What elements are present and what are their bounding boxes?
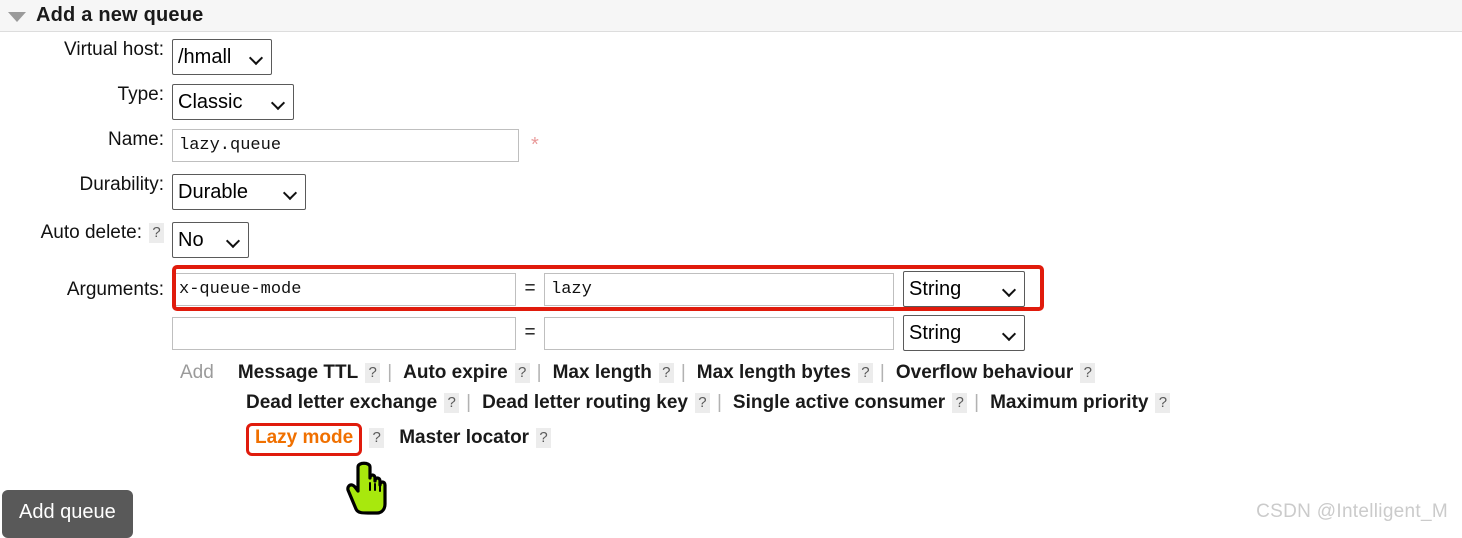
arguments-table: = String = String <box>172 271 1025 351</box>
form-row-arguments: Arguments: = String = <box>0 265 1462 351</box>
argument-type-select-wrap-1[interactable]: String <box>903 271 1025 307</box>
argument-type-select-1[interactable]: String <box>903 271 1025 307</box>
argument-equals-2: = <box>524 322 536 343</box>
preset-links-line-1: Add Message TTL ? | Auto expire ? | Max … <box>180 358 1462 388</box>
preset-link-master-locator[interactable]: Master locator <box>399 427 529 449</box>
preset-link-auto-expire[interactable]: Auto expire <box>403 362 508 384</box>
durability-label: Durability: <box>79 174 164 195</box>
argument-key-input-1[interactable] <box>172 272 516 306</box>
argument-value-input-2[interactable] <box>544 316 894 350</box>
argument-row: = String <box>172 271 1025 307</box>
virtual-host-label: Virtual host: <box>64 39 164 60</box>
argument-equals-1: = <box>524 278 536 299</box>
preset-link-message-ttl[interactable]: Message TTL <box>238 362 358 384</box>
preset-link-dead-letter-routing-key[interactable]: Dead letter routing key <box>482 392 688 414</box>
argument-type-select-2[interactable]: String <box>903 315 1025 351</box>
add-queue-form: Virtual host: /hmall Type: Classic Name:… <box>0 31 1462 456</box>
argument-type-select-wrap-2[interactable]: String <box>903 315 1025 351</box>
preset-links-line-2: Dead letter exchange ? | Dead letter rou… <box>246 388 1462 418</box>
help-icon-auto-expire[interactable]: ? <box>514 363 530 383</box>
preset-link-dead-letter-exchange[interactable]: Dead letter exchange <box>246 392 437 414</box>
preset-link-max-length-bytes[interactable]: Max length bytes <box>697 362 851 384</box>
form-row-virtual-host: Virtual host: /hmall <box>0 39 1462 75</box>
name-label: Name: <box>108 129 164 150</box>
argument-key-input-2[interactable] <box>172 316 516 350</box>
argument-value-input-1[interactable] <box>544 272 894 306</box>
preset-link-overflow-behaviour[interactable]: Overflow behaviour <box>896 362 1073 384</box>
virtual-host-select-wrap[interactable]: /hmall <box>172 39 272 75</box>
form-row-type: Type: Classic <box>0 84 1462 120</box>
durability-select[interactable]: Durable <box>172 174 306 210</box>
virtual-host-select[interactable]: /hmall <box>172 39 272 75</box>
help-icon-max-length-bytes[interactable]: ? <box>857 363 873 383</box>
add-argument-link[interactable]: Add <box>180 362 214 384</box>
preset-link-maximum-priority[interactable]: Maximum priority <box>990 392 1148 414</box>
form-row-durability: Durability: Durable <box>0 174 1462 210</box>
argument-row: = String <box>172 315 1025 351</box>
auto-delete-select[interactable]: No <box>172 222 249 258</box>
help-icon-message-ttl[interactable]: ? <box>365 363 381 383</box>
help-icon-dead-letter-exchange[interactable]: ? <box>444 393 460 413</box>
argument-preset-links: Add Message TTL ? | Auto expire ? | Max … <box>180 358 1462 456</box>
auto-delete-label: Auto delete: ? <box>0 222 172 244</box>
separator: | <box>680 362 686 383</box>
auto-delete-label-text: Auto delete: <box>40 222 142 243</box>
separator: | <box>466 392 472 413</box>
auto-delete-select-wrap[interactable]: No <box>172 222 249 258</box>
preset-link-lazy-mode-wrap[interactable]: Lazy mode <box>246 422 363 456</box>
preset-link-max-length[interactable]: Max length <box>553 362 652 384</box>
form-row-name: Name: * <box>0 129 1462 162</box>
triangle-down-icon[interactable] <box>8 11 26 22</box>
section-header[interactable]: Add a new queue <box>0 0 1462 32</box>
help-icon-overflow-behaviour[interactable]: ? <box>1080 363 1096 383</box>
preset-links-line-3: Lazy mode ? Master locator ? <box>246 422 1462 456</box>
page-title: Add a new queue <box>36 4 204 26</box>
help-icon-maximum-priority[interactable]: ? <box>1155 393 1171 413</box>
help-icon-dead-letter-routing-key[interactable]: ? <box>694 393 710 413</box>
queue-name-input[interactable] <box>172 129 519 162</box>
add-queue-button[interactable]: Add queue <box>2 490 133 538</box>
type-select[interactable]: Classic <box>172 84 294 120</box>
durability-select-wrap[interactable]: Durable <box>172 174 306 210</box>
separator: | <box>974 392 980 413</box>
separator: | <box>879 362 885 383</box>
help-icon-single-active-consumer[interactable]: ? <box>952 393 968 413</box>
required-asterisk: * <box>531 134 539 156</box>
preset-link-single-active-consumer[interactable]: Single active consumer <box>733 392 945 414</box>
help-icon-max-length[interactable]: ? <box>658 363 674 383</box>
help-icon-master-locator[interactable]: ? <box>536 428 552 448</box>
help-icon-lazy-mode[interactable]: ? <box>369 428 385 448</box>
hand-pointer-cursor <box>346 461 387 515</box>
arguments-label: Arguments: <box>66 279 164 300</box>
separator: | <box>536 362 542 383</box>
type-select-wrap[interactable]: Classic <box>172 84 294 120</box>
auto-delete-help-icon[interactable]: ? <box>149 223 164 243</box>
separator: | <box>716 392 722 413</box>
preset-link-lazy-mode[interactable]: Lazy mode <box>246 425 362 452</box>
type-label: Type: <box>117 84 164 105</box>
form-row-auto-delete: Auto delete: ? No <box>0 222 1462 258</box>
separator: | <box>387 362 393 383</box>
watermark: CSDN @Intelligent_M <box>1256 501 1448 522</box>
